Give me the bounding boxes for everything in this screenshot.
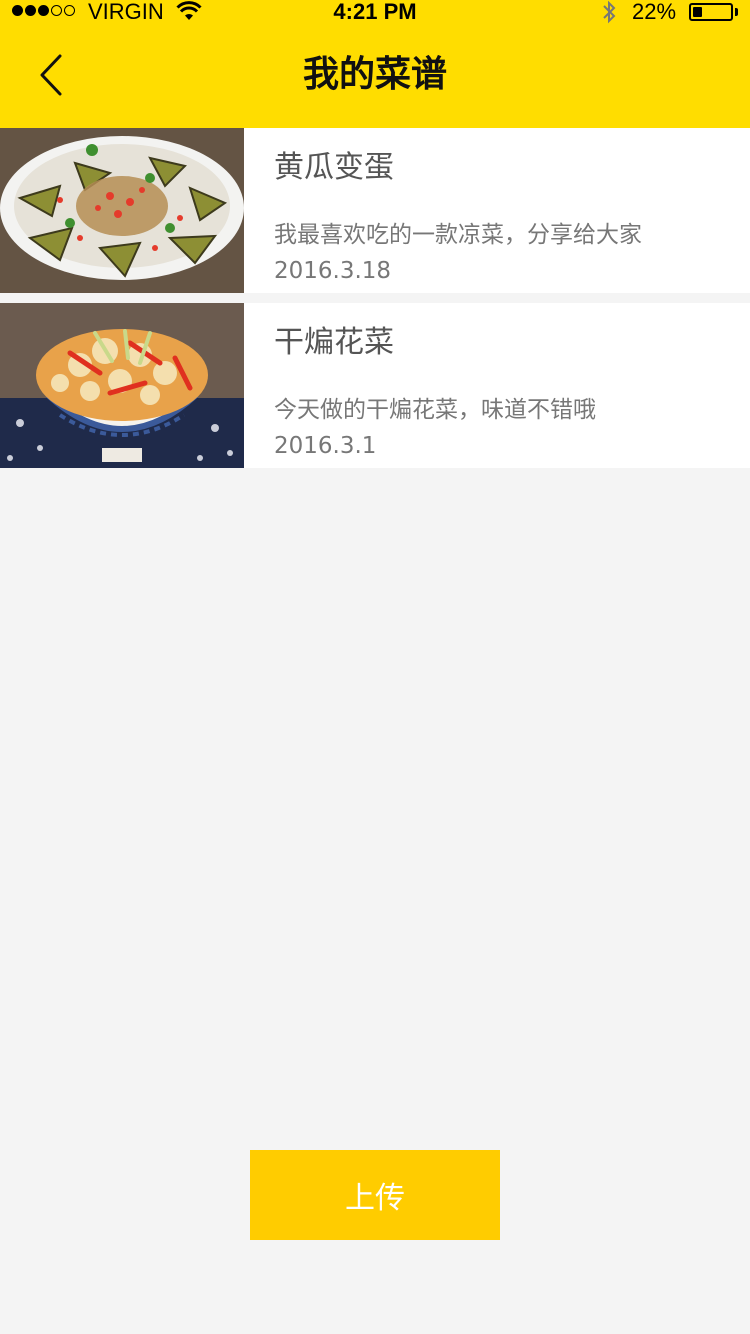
recipe-thumbnail [0, 128, 244, 293]
recipe-item[interactable]: 黄瓜变蛋 我最喜欢吃的一款凉菜，分享给大家 2016.3.18 [0, 128, 750, 293]
recipe-description: 今天做的干煸花菜，味道不错哦 [274, 397, 596, 423]
battery-icon [689, 3, 733, 21]
recipe-date: 2016.3.18 [274, 258, 392, 284]
bluetooth-icon [603, 0, 616, 24]
battery-percentage: 22% [632, 0, 677, 24]
recipe-date: 2016.3.1 [274, 433, 377, 459]
upload-button[interactable]: 上传 [250, 1150, 500, 1240]
recipe-item[interactable]: 干煸花菜 今天做的干煸花菜，味道不错哦 2016.3.1 [0, 303, 750, 468]
recipe-description: 我最喜欢吃的一款凉菜，分享给大家 [274, 222, 642, 248]
status-bar: VIRGIN 4:21 PM 22% [0, 0, 750, 26]
recipe-list: 黄瓜变蛋 我最喜欢吃的一款凉菜，分享给大家 2016.3.18 干煸花菜 今天做… [0, 128, 750, 478]
recipe-title: 干煸花菜 [274, 325, 394, 360]
battery-terminal [735, 8, 738, 16]
top-bar: VIRGIN 4:21 PM 22% 我的菜谱 [0, 0, 750, 128]
battery-level [693, 7, 702, 17]
recipe-title: 黄瓜变蛋 [274, 150, 394, 185]
page-title: 我的菜谱 [302, 54, 447, 95]
recipe-thumbnail [0, 303, 244, 468]
